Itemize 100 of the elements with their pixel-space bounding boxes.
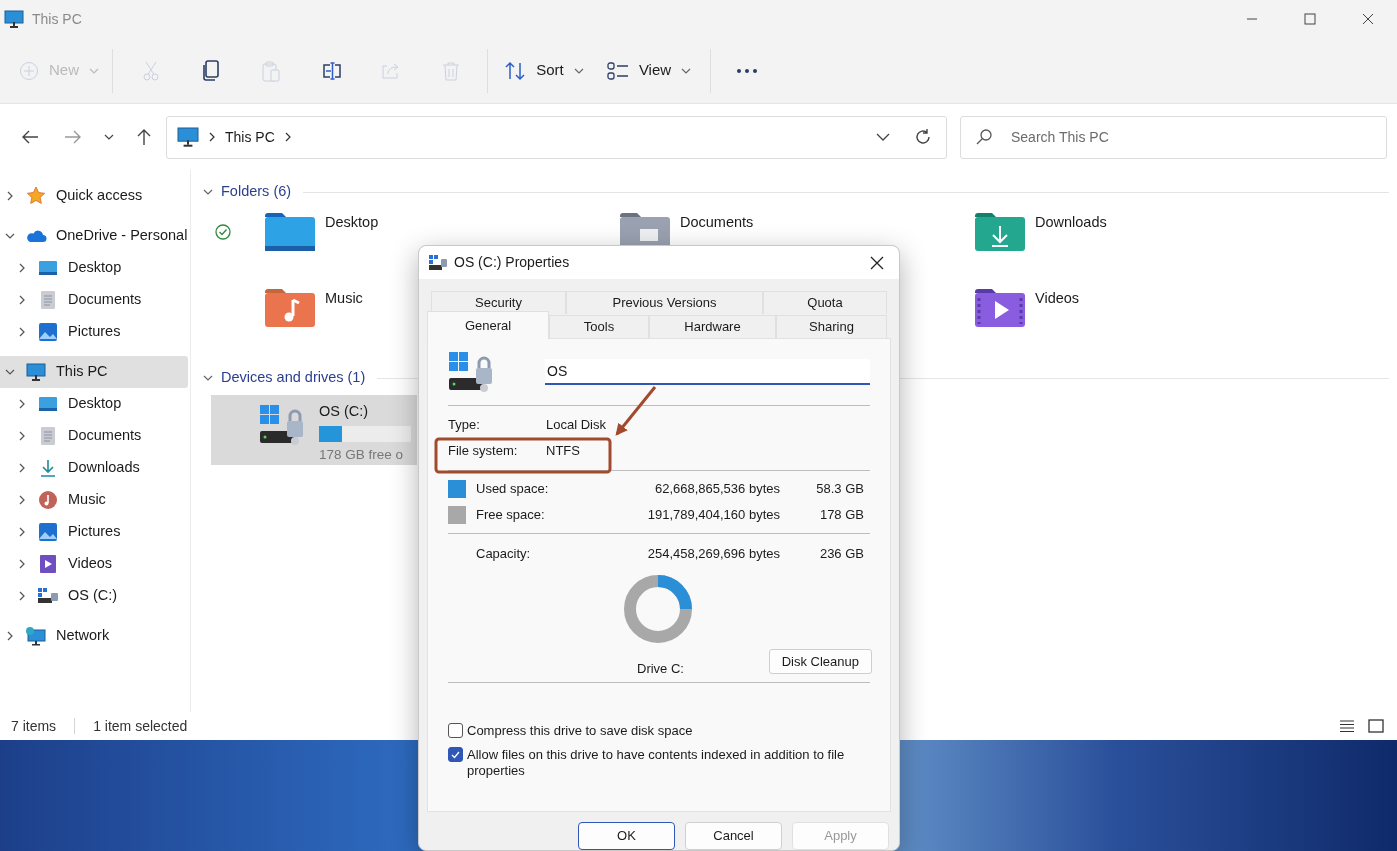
drive-tile[interactable]: OS (C:) 178 GB free o bbox=[211, 395, 417, 465]
dialog-button[interactable]: OK bbox=[578, 822, 675, 850]
sidebar-item[interactable]: OS (C:) bbox=[0, 580, 188, 612]
search-field[interactable]: Search This PC bbox=[960, 115, 1387, 159]
cloud-icon bbox=[25, 228, 47, 244]
folder-name[interactable]: Videos bbox=[1035, 288, 1080, 310]
checkbox-option[interactable]: Allow files on this drive to have contents indexed in addition to file properties bbox=[448, 747, 870, 779]
chevron-right-icon[interactable] bbox=[17, 559, 27, 569]
size-value: 236 GB bbox=[818, 545, 864, 564]
tab[interactable]: Hardware bbox=[649, 315, 776, 338]
tab[interactable]: General bbox=[427, 311, 549, 339]
sort-button[interactable]: Sort bbox=[494, 48, 594, 93]
monitor-icon bbox=[4, 9, 24, 29]
sidebar-item[interactable]: Documents bbox=[0, 420, 188, 452]
chevron-right-icon[interactable] bbox=[17, 327, 27, 337]
sidebar-item[interactable]: Quick access bbox=[0, 180, 188, 212]
name-field[interactable]: OS bbox=[545, 359, 870, 385]
refresh-icon[interactable] bbox=[914, 128, 932, 146]
dialog-button[interactable]: Cancel bbox=[685, 822, 782, 850]
video-folder-icon bbox=[973, 286, 1027, 330]
view-button[interactable]: View bbox=[594, 48, 704, 93]
tiles-view-icon[interactable] bbox=[1368, 719, 1384, 733]
sidebar-item[interactable]: Desktop bbox=[0, 252, 188, 284]
monitor-icon bbox=[177, 126, 199, 148]
chevron-right-icon[interactable] bbox=[17, 263, 27, 273]
checkmark-icon bbox=[451, 750, 460, 759]
chevron-right-icon[interactable] bbox=[17, 463, 27, 473]
annotation-arrow bbox=[615, 386, 657, 436]
music-note-icon bbox=[38, 490, 58, 510]
sidebar-item[interactable]: Desktop bbox=[0, 388, 188, 420]
chevron-down-icon[interactable] bbox=[203, 187, 213, 197]
chevron-right-icon[interactable] bbox=[17, 495, 27, 505]
folder-name[interactable]: Documents bbox=[680, 212, 754, 234]
download-arrow-icon bbox=[38, 458, 58, 478]
sidebar-item[interactable]: Network bbox=[0, 620, 188, 652]
sidebar-item[interactable]: Videos bbox=[0, 548, 188, 580]
sidebar-item[interactable]: Pictures bbox=[0, 316, 188, 348]
property-label: File system: bbox=[448, 442, 519, 461]
tab[interactable]: Quota bbox=[763, 291, 887, 314]
chevron-right-icon[interactable] bbox=[5, 631, 15, 641]
size-value: 178 GB bbox=[818, 506, 864, 525]
search-icon bbox=[976, 128, 992, 145]
tab[interactable]: Tools bbox=[549, 315, 649, 338]
folder-icon bbox=[263, 210, 317, 254]
window-title: This PC bbox=[32, 9, 82, 29]
selection-count: 1 item selected bbox=[93, 716, 188, 736]
back-arrow-icon[interactable] bbox=[20, 129, 39, 145]
chevron-right-icon[interactable] bbox=[5, 191, 15, 201]
picture-icon bbox=[38, 522, 58, 542]
disk-cleanup-button[interactable]: Disk Cleanup bbox=[768, 649, 872, 674]
sidebar-item[interactable]: Downloads bbox=[0, 452, 188, 484]
tab[interactable]: Sharing bbox=[776, 315, 887, 338]
dropdown-chevron-icon[interactable] bbox=[876, 132, 890, 142]
chevron-down-icon[interactable] bbox=[5, 231, 15, 241]
folder-name[interactable]: Downloads bbox=[1035, 212, 1107, 234]
address-bar[interactable]: This PC bbox=[166, 115, 947, 159]
chevron-down-icon[interactable] bbox=[203, 373, 213, 383]
folder-name[interactable]: Music bbox=[325, 288, 363, 310]
close-icon[interactable] bbox=[870, 255, 884, 270]
breadcrumb-link[interactable]: This PC bbox=[225, 126, 275, 148]
details-view-icon[interactable] bbox=[1340, 720, 1354, 732]
chevron-down-icon[interactable] bbox=[5, 367, 15, 377]
byte-count: 191,789,404,160 bytes bbox=[646, 506, 780, 525]
close-icon[interactable] bbox=[1362, 13, 1374, 25]
drive-icon bbox=[428, 253, 448, 272]
section-header[interactable]: Folders (6) bbox=[221, 181, 292, 203]
chevron-right-icon[interactable] bbox=[17, 295, 27, 305]
byte-count: 254,458,269,696 bytes bbox=[646, 545, 780, 564]
forward-arrow-icon[interactable] bbox=[64, 129, 83, 145]
property-value: Local Disk bbox=[546, 416, 606, 435]
chevron-right-icon[interactable] bbox=[17, 591, 27, 601]
chevron-down-icon[interactable] bbox=[103, 132, 114, 142]
space-label: Capacity: bbox=[476, 545, 532, 564]
sidebar-item[interactable]: Documents bbox=[0, 284, 188, 316]
sidebar-item[interactable]: Pictures bbox=[0, 516, 188, 548]
chevron-right-icon[interactable] bbox=[17, 431, 27, 441]
checkbox-option[interactable]: Compress this drive to save disk space bbox=[448, 723, 870, 739]
property-value: NTFS bbox=[546, 442, 580, 461]
network-icon bbox=[25, 626, 47, 646]
dialog-title: OS (C:) Properties bbox=[454, 253, 570, 272]
desktop-folder-icon bbox=[38, 259, 58, 277]
monitor-icon bbox=[26, 362, 46, 382]
tab[interactable]: Previous Versions bbox=[566, 291, 763, 314]
byte-count: 62,668,865,536 bytes bbox=[653, 480, 780, 499]
sidebar-item[interactable]: This PC bbox=[0, 356, 188, 388]
folder-name[interactable]: Desktop bbox=[325, 212, 379, 234]
maximize-icon[interactable] bbox=[1304, 13, 1316, 25]
desktop-folder-icon bbox=[38, 395, 58, 413]
sidebar-item[interactable]: Music bbox=[0, 484, 188, 516]
chevron-right-icon[interactable] bbox=[17, 399, 27, 409]
chevron-right-icon[interactable] bbox=[17, 527, 27, 537]
usage-donut-chart bbox=[623, 574, 693, 644]
sidebar-item[interactable]: OneDrive - Personal bbox=[0, 220, 188, 252]
item-count: 7 items bbox=[11, 716, 57, 736]
chevron-right-icon[interactable] bbox=[207, 132, 217, 142]
document-icon bbox=[40, 426, 56, 446]
up-arrow-icon[interactable] bbox=[136, 128, 153, 146]
section-header[interactable]: Devices and drives (1) bbox=[221, 367, 366, 389]
space-label: Free space: bbox=[476, 506, 546, 525]
drive-name: OS (C:) bbox=[319, 402, 370, 421]
